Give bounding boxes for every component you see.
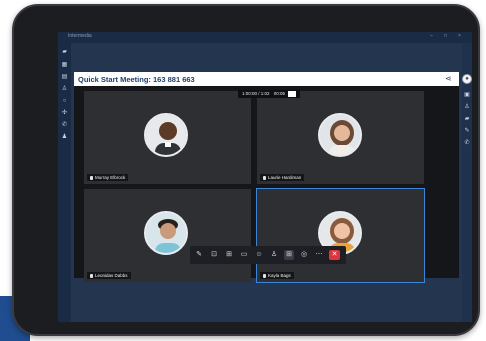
meeting-timer-secondary: 00:05 [273,91,286,96]
calendar-icon[interactable]: ▦ [61,62,68,69]
reactions-icon[interactable]: ☺ [254,250,264,260]
meeting-header: Quick Start Meeting: 163 881 663 ⋖ [74,72,459,86]
end-call-icon[interactable]: ✕ [329,250,340,260]
participant-photo [318,113,362,157]
mic-icon [90,273,93,278]
pen-icon[interactable]: ✎ [463,127,471,135]
record-icon[interactable]: ◎ [299,250,309,260]
video-tile-murray[interactable]: Murray Elbrock [84,91,251,184]
left-nav-rail: ▰ ▦ ▤ ♙ ○ ✣ ✆ ♟ [58,43,71,322]
video-tile-kayla[interactable]: Kayla Bags [256,188,425,283]
mic-icon [263,175,266,180]
participants-icon[interactable]: ♙ [463,103,471,111]
person-silhouette-icon [146,115,186,155]
record-indicator-icon [288,90,297,97]
person-silhouette-icon [146,213,186,253]
person-silhouette-icon [320,115,360,155]
participant-name: Kayla Bags [268,273,291,278]
maximize-button[interactable]: □ [444,33,447,39]
chat-icon[interactable]: ▰ [61,49,68,56]
participant-name: Leonidas Dabbs [95,273,128,278]
phone-icon[interactable]: ✆ [463,139,471,147]
layout-icon[interactable]: ⊞ [284,250,294,260]
more-icon[interactable]: ⋯ [314,250,324,260]
app-title: Intermedia [68,33,92,39]
scene: Intermedia – □ × ▰ ▦ ▤ ♙ ○ ✣ ✆ ♟ ▣ ♙ ▰ ✎… [0,0,486,341]
tablet-frame: Intermedia – □ × ▰ ▦ ▤ ♙ ○ ✣ ✆ ♟ ▣ ♙ ▰ ✎… [12,4,480,336]
participant-name-tag: Leonidas Dabbs [87,272,131,279]
contacts-icon[interactable]: ♙ [61,86,68,93]
meeting-timer: 1:00:00 / 1:02 [242,91,270,96]
voicemail-icon[interactable]: ▤ [61,74,68,81]
meetings-icon[interactable]: ○ [61,98,68,105]
minimize-button[interactable]: – [430,33,433,39]
video-stage: Murray Elbrock Laurie Hardiman Leonidas … [74,86,459,283]
participant-name-tag: Laurie Hardiman [260,174,305,181]
window-titlebar: Intermedia – □ × [58,32,472,43]
mic-icon [90,175,93,180]
camera-icon[interactable]: ⊡ [209,250,219,260]
close-button[interactable]: × [458,33,461,39]
participants-icon[interactable]: ♙ [269,250,279,260]
avatar-icon[interactable]: ● [462,74,472,84]
meeting-status-bar: 1:00:00 / 1:02 00:05 [238,90,301,98]
meeting-title: Quick Start Meeting: 163 881 663 [78,75,195,84]
participant-name-tag: Kayla Bags [260,272,294,279]
chat-icon[interactable]: ▭ [239,250,249,260]
panel-icon[interactable]: ▣ [463,91,471,99]
participant-name-tag: Murray Elbrock [87,174,129,181]
participant-photo [144,113,188,157]
video-tile-laurie[interactable]: Laurie Hardiman [257,91,424,184]
call-controls-toolbar: ✎ ⊡ ⊞ ▭ ☺ ♙ ⊞ ◎ ⋯ ✕ [190,246,346,264]
mic-icon [263,273,266,278]
share-screen-icon[interactable]: ⊞ [224,250,234,260]
apps-icon[interactable]: ✣ [61,110,68,117]
video-tile-leonidas[interactable]: Leonidas Dabbs [84,189,251,282]
participant-name: Murray Elbrock [95,175,126,180]
my-avatar[interactable]: ● [462,72,472,86]
chat-icon[interactable]: ▰ [463,115,471,123]
share-icon[interactable]: ⋖ [445,74,452,83]
user-icon[interactable]: ♟ [61,134,68,141]
participant-name: Laurie Hardiman [268,175,302,180]
mic-icon[interactable]: ✎ [194,250,204,260]
participant-photo [144,211,188,255]
phone-icon[interactable]: ✆ [61,122,68,129]
